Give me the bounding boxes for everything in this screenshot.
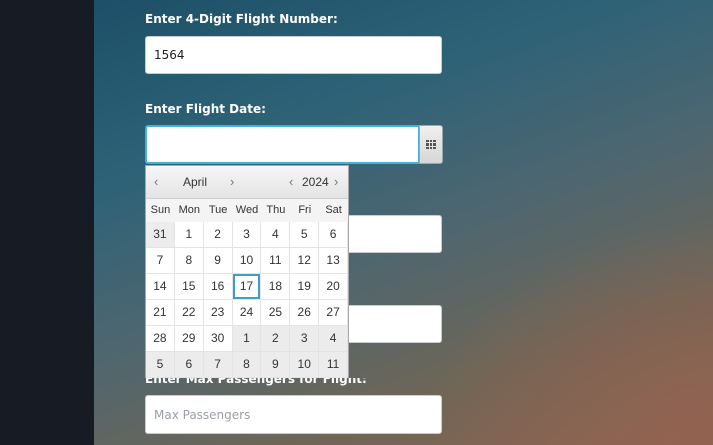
day-of-week-sat: Sat <box>325 204 342 216</box>
calendar-day-other-month[interactable]: 9 <box>261 352 291 378</box>
day-of-week-thu: Thu <box>266 204 286 216</box>
day-of-week-fri: Fri <box>298 204 312 216</box>
calendar-day-other-month[interactable]: 8 <box>232 352 262 378</box>
calendar-day[interactable]: 4 <box>261 222 291 248</box>
calendar-day[interactable]: 29 <box>174 326 204 352</box>
calendar-week-row: 5 6 7 8 9 10 11 <box>146 352 349 378</box>
month-label: April <box>183 175 208 189</box>
flight-number-input[interactable]: 1564 <box>145 36 442 74</box>
calendar-day[interactable]: 6 <box>319 222 349 248</box>
calendar-week-row: 31 1 2 3 4 5 6 <box>146 222 349 248</box>
calendar-day[interactable]: 2 <box>203 222 233 248</box>
calendar-day[interactable]: 26 <box>290 300 320 326</box>
calendar-day[interactable]: 5 <box>290 222 320 248</box>
calendar-day-other-month[interactable]: 5 <box>146 352 175 378</box>
calendar-day-other-month[interactable]: 4 <box>319 326 349 352</box>
calendar-day-other-month[interactable]: 3 <box>290 326 320 352</box>
next-month-button[interactable]: › <box>230 174 234 189</box>
calendar-day[interactable]: 21 <box>146 300 175 326</box>
calendar-day[interactable]: 10 <box>232 248 262 274</box>
calendar-day[interactable]: 9 <box>203 248 233 274</box>
calendar-day[interactable]: 30 <box>203 326 233 352</box>
day-of-week-mon: Mon <box>178 204 200 216</box>
calendar-day-other-month[interactable]: 11 <box>319 352 349 378</box>
day-of-week-sun: Sun <box>150 204 171 216</box>
flight-number-label: Enter 4-Digit Flight Number: <box>145 12 338 26</box>
flight-date-input[interactable] <box>145 125 420 164</box>
calendar-day-other-month[interactable]: 7 <box>203 352 233 378</box>
day-of-week-wed: Wed <box>235 204 259 216</box>
calendar-day[interactable]: 24 <box>232 300 262 326</box>
day-of-week-tue: Tue <box>208 204 228 216</box>
next-year-button[interactable]: › <box>334 174 338 189</box>
calendar-day-other-month[interactable]: 10 <box>290 352 320 378</box>
calendar-day-other-month[interactable]: 1 <box>232 326 262 352</box>
calendar-day[interactable]: 22 <box>174 300 204 326</box>
calendar-week-row: 28 29 30 1 2 3 4 <box>146 326 349 352</box>
calendar-day[interactable]: 23 <box>203 300 233 326</box>
prev-month-button[interactable]: ‹ <box>154 174 158 189</box>
sidebar <box>0 0 94 445</box>
year-label: 2024 <box>302 175 329 189</box>
prev-year-button[interactable]: ‹ <box>289 174 293 189</box>
calendar-day[interactable]: 20 <box>319 274 349 300</box>
calendar-day[interactable]: 25 <box>261 300 291 326</box>
calendar-toggle-button[interactable] <box>419 125 443 164</box>
day-of-week-row: Sun Mon Tue Wed Thu Fri Sat <box>146 200 348 220</box>
calendar-day[interactable]: 13 <box>319 248 349 274</box>
calendar-icon <box>426 140 436 149</box>
calendar-day[interactable]: 1 <box>174 222 204 248</box>
calendar-day[interactable]: 27 <box>319 300 349 326</box>
calendar-day[interactable]: 11 <box>261 248 291 274</box>
calendar-grid: 31 1 2 3 4 5 6 7 8 9 10 11 12 13 14 15 16 17 18 19 20 21 22 23 2… <box>146 222 349 378</box>
calendar-day[interactable]: 3 <box>232 222 262 248</box>
date-picker-popup: ‹ April › ‹ 2024 › Sun Mon Tue Wed Thu Fri Sat… <box>145 165 349 378</box>
calendar-header: ‹ April › ‹ 2024 › <box>146 166 348 199</box>
calendar-day[interactable]: 18 <box>261 274 291 300</box>
calendar-day[interactable]: 14 <box>146 274 175 300</box>
calendar-day[interactable]: 28 <box>146 326 175 352</box>
calendar-day[interactable]: 7 <box>146 248 175 274</box>
calendar-day[interactable]: 19 <box>290 274 320 300</box>
calendar-day[interactable]: 8 <box>174 248 204 274</box>
calendar-day[interactable]: 15 <box>174 274 204 300</box>
calendar-day-other-month[interactable]: 2 <box>261 326 291 352</box>
calendar-day-today[interactable]: 17 <box>232 274 262 300</box>
calendar-day[interactable]: 16 <box>203 274 233 300</box>
calendar-week-row: 7 8 9 10 11 12 13 <box>146 248 349 274</box>
calendar-day-other-month[interactable]: 31 <box>146 222 175 248</box>
max-passengers-input[interactable]: Max Passengers <box>145 395 442 434</box>
calendar-day-other-month[interactable]: 6 <box>174 352 204 378</box>
flight-date-label: Enter Flight Date: <box>145 102 266 116</box>
calendar-day[interactable]: 12 <box>290 248 320 274</box>
calendar-week-row: 14 15 16 17 18 19 20 <box>146 274 349 300</box>
calendar-week-row: 21 22 23 24 25 26 27 <box>146 300 349 326</box>
